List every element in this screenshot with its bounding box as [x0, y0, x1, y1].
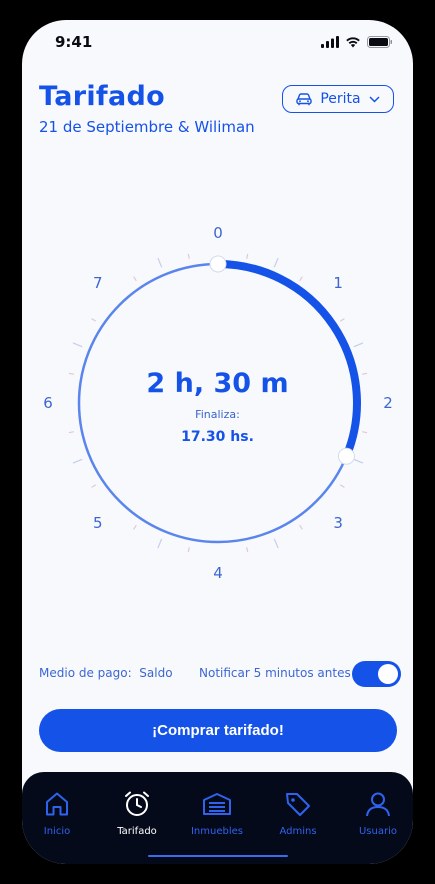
- dial-tick: [353, 458, 364, 464]
- hour-label: 1: [333, 274, 343, 292]
- battery-icon: [367, 36, 392, 48]
- tab-admins[interactable]: Admins: [263, 790, 333, 837]
- notify-label: Notificar 5 minutos antes: [199, 666, 351, 680]
- tab-bar: Inicio Tarifado Inmuebles Admins Usuario: [22, 772, 413, 864]
- dial-tick: [72, 458, 83, 464]
- dial-tick: [299, 524, 303, 530]
- alarm-clock-icon: [125, 791, 149, 816]
- dial-tick: [72, 342, 83, 348]
- dial-end-handle[interactable]: [337, 447, 355, 465]
- notify-toggle[interactable]: [352, 661, 401, 687]
- dial-tick: [246, 547, 249, 553]
- status-time: 9:41: [55, 33, 93, 51]
- dial-tick: [353, 342, 364, 348]
- tab-label: Inmuebles: [190, 826, 243, 837]
- status-bar: 9:41: [22, 20, 413, 64]
- dial-start-handle[interactable]: [209, 255, 227, 273]
- dial-tick: [299, 276, 303, 282]
- home-icon: [46, 792, 68, 816]
- phone-screen: 9:41 Tarifado 21 de Septiembre & Wiliman: [22, 20, 413, 864]
- dial-tick: [157, 257, 163, 268]
- tab-tarifado[interactable]: Tarifado: [102, 790, 172, 837]
- tab-inmuebles[interactable]: Inmuebles: [182, 790, 252, 837]
- dial-tick: [157, 538, 163, 549]
- dial-progress-arc: [217, 260, 361, 458]
- ends-time: 17.30 hs.: [181, 429, 254, 445]
- toggle-knob: [378, 664, 398, 684]
- payment-label: Medio de pago:: [39, 666, 132, 680]
- dial-tick: [246, 253, 249, 259]
- garage-icon: [203, 793, 231, 815]
- location-subtitle: 21 de Septiembre & Wiliman: [39, 118, 255, 136]
- buy-button[interactable]: ¡Comprar tarifado!: [39, 709, 397, 752]
- wifi-icon: [346, 37, 360, 48]
- dial-tick: [133, 524, 137, 530]
- dial-tick: [91, 318, 97, 322]
- tab-inicio[interactable]: Inicio: [22, 790, 92, 837]
- vehicle-name: Perita: [320, 91, 361, 107]
- duration-value: 2 h, 30 m: [146, 368, 289, 399]
- hour-label: 0: [213, 224, 223, 242]
- hour-label: 4: [213, 564, 223, 580]
- hour-label: 5: [93, 514, 103, 532]
- tab-label: Tarifado: [117, 826, 157, 837]
- dial-tick: [339, 318, 345, 322]
- ends-label: Finaliza:: [195, 408, 240, 421]
- dial-tick: [133, 276, 137, 282]
- dial-tick: [187, 547, 190, 553]
- active-tab-indicator: [148, 855, 288, 857]
- signal-icon: [321, 36, 339, 48]
- dial-tick: [91, 484, 97, 488]
- dial-tick: [187, 253, 190, 259]
- status-icons: [321, 36, 393, 48]
- hour-label: 3: [333, 514, 343, 532]
- dial-tick: [273, 257, 279, 268]
- page-title: Tarifado: [39, 81, 165, 112]
- payment-method[interactable]: Medio de pago: Saldo: [39, 666, 173, 680]
- dial-tick: [273, 538, 279, 549]
- car-icon: [296, 92, 313, 105]
- payment-value: Saldo: [139, 666, 173, 680]
- hour-label: 7: [93, 274, 103, 292]
- tab-label: Inicio: [43, 826, 71, 837]
- chevron-down-icon: [369, 95, 380, 103]
- tag-icon: [286, 793, 310, 816]
- dial-tick: [339, 484, 345, 488]
- tab-label: Usuario: [358, 826, 397, 837]
- vehicle-select[interactable]: Perita: [282, 85, 394, 113]
- tab-usuario[interactable]: Usuario: [343, 790, 413, 837]
- tab-label: Admins: [279, 826, 317, 837]
- user-icon: [366, 792, 390, 817]
